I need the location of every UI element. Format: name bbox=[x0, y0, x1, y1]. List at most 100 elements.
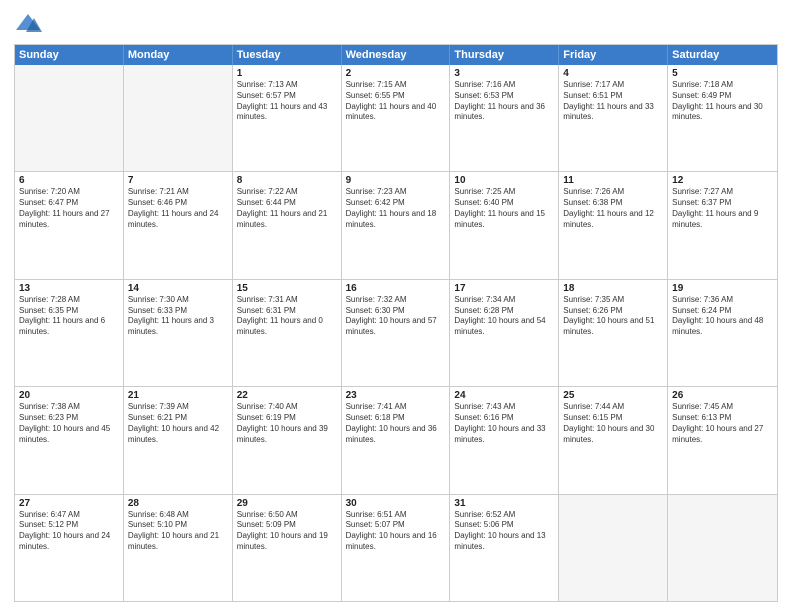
header-day-saturday: Saturday bbox=[668, 45, 777, 65]
day-info: Sunrise: 7:39 AM Sunset: 6:21 PM Dayligh… bbox=[128, 402, 228, 445]
day-info: Sunrise: 7:15 AM Sunset: 6:55 PM Dayligh… bbox=[346, 80, 446, 123]
day-number: 15 bbox=[237, 283, 337, 294]
day-number: 24 bbox=[454, 390, 554, 401]
day-info: Sunrise: 7:41 AM Sunset: 6:18 PM Dayligh… bbox=[346, 402, 446, 445]
day-info: Sunrise: 7:31 AM Sunset: 6:31 PM Dayligh… bbox=[237, 295, 337, 338]
table-row: 13Sunrise: 7:28 AM Sunset: 6:35 PM Dayli… bbox=[15, 280, 124, 386]
day-number: 19 bbox=[672, 283, 773, 294]
day-info: Sunrise: 7:36 AM Sunset: 6:24 PM Dayligh… bbox=[672, 295, 773, 338]
day-number: 30 bbox=[346, 498, 446, 509]
logo bbox=[14, 10, 46, 38]
table-row bbox=[15, 65, 124, 171]
table-row: 19Sunrise: 7:36 AM Sunset: 6:24 PM Dayli… bbox=[668, 280, 777, 386]
day-number: 9 bbox=[346, 175, 446, 186]
table-row: 17Sunrise: 7:34 AM Sunset: 6:28 PM Dayli… bbox=[450, 280, 559, 386]
header-day-thursday: Thursday bbox=[450, 45, 559, 65]
day-info: Sunrise: 7:16 AM Sunset: 6:53 PM Dayligh… bbox=[454, 80, 554, 123]
header-day-wednesday: Wednesday bbox=[342, 45, 451, 65]
day-info: Sunrise: 7:18 AM Sunset: 6:49 PM Dayligh… bbox=[672, 80, 773, 123]
table-row: 4Sunrise: 7:17 AM Sunset: 6:51 PM Daylig… bbox=[559, 65, 668, 171]
table-row: 29Sunrise: 6:50 AM Sunset: 5:09 PM Dayli… bbox=[233, 495, 342, 601]
table-row: 20Sunrise: 7:38 AM Sunset: 6:23 PM Dayli… bbox=[15, 387, 124, 493]
calendar-body: 1Sunrise: 7:13 AM Sunset: 6:57 PM Daylig… bbox=[15, 65, 777, 601]
table-row: 11Sunrise: 7:26 AM Sunset: 6:38 PM Dayli… bbox=[559, 172, 668, 278]
table-row: 24Sunrise: 7:43 AM Sunset: 6:16 PM Dayli… bbox=[450, 387, 559, 493]
page: SundayMondayTuesdayWednesdayThursdayFrid… bbox=[0, 0, 792, 612]
table-row: 28Sunrise: 6:48 AM Sunset: 5:10 PM Dayli… bbox=[124, 495, 233, 601]
week-row-3: 20Sunrise: 7:38 AM Sunset: 6:23 PM Dayli… bbox=[15, 386, 777, 493]
table-row: 5Sunrise: 7:18 AM Sunset: 6:49 PM Daylig… bbox=[668, 65, 777, 171]
day-info: Sunrise: 7:40 AM Sunset: 6:19 PM Dayligh… bbox=[237, 402, 337, 445]
day-number: 13 bbox=[19, 283, 119, 294]
table-row bbox=[124, 65, 233, 171]
day-number: 31 bbox=[454, 498, 554, 509]
table-row: 16Sunrise: 7:32 AM Sunset: 6:30 PM Dayli… bbox=[342, 280, 451, 386]
header-day-tuesday: Tuesday bbox=[233, 45, 342, 65]
day-number: 16 bbox=[346, 283, 446, 294]
table-row: 9Sunrise: 7:23 AM Sunset: 6:42 PM Daylig… bbox=[342, 172, 451, 278]
week-row-0: 1Sunrise: 7:13 AM Sunset: 6:57 PM Daylig… bbox=[15, 65, 777, 171]
day-number: 11 bbox=[563, 175, 663, 186]
table-row: 31Sunrise: 6:52 AM Sunset: 5:06 PM Dayli… bbox=[450, 495, 559, 601]
day-number: 3 bbox=[454, 68, 554, 79]
day-info: Sunrise: 6:52 AM Sunset: 5:06 PM Dayligh… bbox=[454, 510, 554, 553]
day-info: Sunrise: 7:38 AM Sunset: 6:23 PM Dayligh… bbox=[19, 402, 119, 445]
table-row: 1Sunrise: 7:13 AM Sunset: 6:57 PM Daylig… bbox=[233, 65, 342, 171]
day-number: 29 bbox=[237, 498, 337, 509]
day-info: Sunrise: 6:50 AM Sunset: 5:09 PM Dayligh… bbox=[237, 510, 337, 553]
day-info: Sunrise: 7:32 AM Sunset: 6:30 PM Dayligh… bbox=[346, 295, 446, 338]
table-row: 15Sunrise: 7:31 AM Sunset: 6:31 PM Dayli… bbox=[233, 280, 342, 386]
table-row: 27Sunrise: 6:47 AM Sunset: 5:12 PM Dayli… bbox=[15, 495, 124, 601]
day-number: 23 bbox=[346, 390, 446, 401]
table-row: 7Sunrise: 7:21 AM Sunset: 6:46 PM Daylig… bbox=[124, 172, 233, 278]
table-row: 22Sunrise: 7:40 AM Sunset: 6:19 PM Dayli… bbox=[233, 387, 342, 493]
day-info: Sunrise: 7:25 AM Sunset: 6:40 PM Dayligh… bbox=[454, 187, 554, 230]
table-row: 26Sunrise: 7:45 AM Sunset: 6:13 PM Dayli… bbox=[668, 387, 777, 493]
day-info: Sunrise: 7:23 AM Sunset: 6:42 PM Dayligh… bbox=[346, 187, 446, 230]
day-info: Sunrise: 7:26 AM Sunset: 6:38 PM Dayligh… bbox=[563, 187, 663, 230]
day-number: 12 bbox=[672, 175, 773, 186]
day-info: Sunrise: 7:30 AM Sunset: 6:33 PM Dayligh… bbox=[128, 295, 228, 338]
table-row: 18Sunrise: 7:35 AM Sunset: 6:26 PM Dayli… bbox=[559, 280, 668, 386]
day-info: Sunrise: 7:13 AM Sunset: 6:57 PM Dayligh… bbox=[237, 80, 337, 123]
day-number: 26 bbox=[672, 390, 773, 401]
day-number: 4 bbox=[563, 68, 663, 79]
day-number: 17 bbox=[454, 283, 554, 294]
table-row bbox=[559, 495, 668, 601]
table-row: 3Sunrise: 7:16 AM Sunset: 6:53 PM Daylig… bbox=[450, 65, 559, 171]
day-info: Sunrise: 7:20 AM Sunset: 6:47 PM Dayligh… bbox=[19, 187, 119, 230]
day-number: 6 bbox=[19, 175, 119, 186]
header-day-sunday: Sunday bbox=[15, 45, 124, 65]
table-row: 8Sunrise: 7:22 AM Sunset: 6:44 PM Daylig… bbox=[233, 172, 342, 278]
calendar: SundayMondayTuesdayWednesdayThursdayFrid… bbox=[14, 44, 778, 602]
day-info: Sunrise: 6:47 AM Sunset: 5:12 PM Dayligh… bbox=[19, 510, 119, 553]
table-row: 30Sunrise: 6:51 AM Sunset: 5:07 PM Dayli… bbox=[342, 495, 451, 601]
day-info: Sunrise: 7:45 AM Sunset: 6:13 PM Dayligh… bbox=[672, 402, 773, 445]
day-number: 27 bbox=[19, 498, 119, 509]
day-info: Sunrise: 7:17 AM Sunset: 6:51 PM Dayligh… bbox=[563, 80, 663, 123]
day-number: 7 bbox=[128, 175, 228, 186]
table-row: 21Sunrise: 7:39 AM Sunset: 6:21 PM Dayli… bbox=[124, 387, 233, 493]
day-number: 18 bbox=[563, 283, 663, 294]
header bbox=[14, 10, 778, 38]
day-info: Sunrise: 6:48 AM Sunset: 5:10 PM Dayligh… bbox=[128, 510, 228, 553]
day-info: Sunrise: 7:21 AM Sunset: 6:46 PM Dayligh… bbox=[128, 187, 228, 230]
day-number: 5 bbox=[672, 68, 773, 79]
day-number: 10 bbox=[454, 175, 554, 186]
day-number: 20 bbox=[19, 390, 119, 401]
header-day-friday: Friday bbox=[559, 45, 668, 65]
day-number: 22 bbox=[237, 390, 337, 401]
day-info: Sunrise: 7:35 AM Sunset: 6:26 PM Dayligh… bbox=[563, 295, 663, 338]
table-row: 14Sunrise: 7:30 AM Sunset: 6:33 PM Dayli… bbox=[124, 280, 233, 386]
table-row: 12Sunrise: 7:27 AM Sunset: 6:37 PM Dayli… bbox=[668, 172, 777, 278]
table-row: 23Sunrise: 7:41 AM Sunset: 6:18 PM Dayli… bbox=[342, 387, 451, 493]
day-number: 14 bbox=[128, 283, 228, 294]
table-row: 2Sunrise: 7:15 AM Sunset: 6:55 PM Daylig… bbox=[342, 65, 451, 171]
day-info: Sunrise: 7:22 AM Sunset: 6:44 PM Dayligh… bbox=[237, 187, 337, 230]
day-number: 25 bbox=[563, 390, 663, 401]
header-day-monday: Monday bbox=[124, 45, 233, 65]
table-row bbox=[668, 495, 777, 601]
week-row-4: 27Sunrise: 6:47 AM Sunset: 5:12 PM Dayli… bbox=[15, 494, 777, 601]
table-row: 10Sunrise: 7:25 AM Sunset: 6:40 PM Dayli… bbox=[450, 172, 559, 278]
logo-icon bbox=[14, 10, 42, 38]
